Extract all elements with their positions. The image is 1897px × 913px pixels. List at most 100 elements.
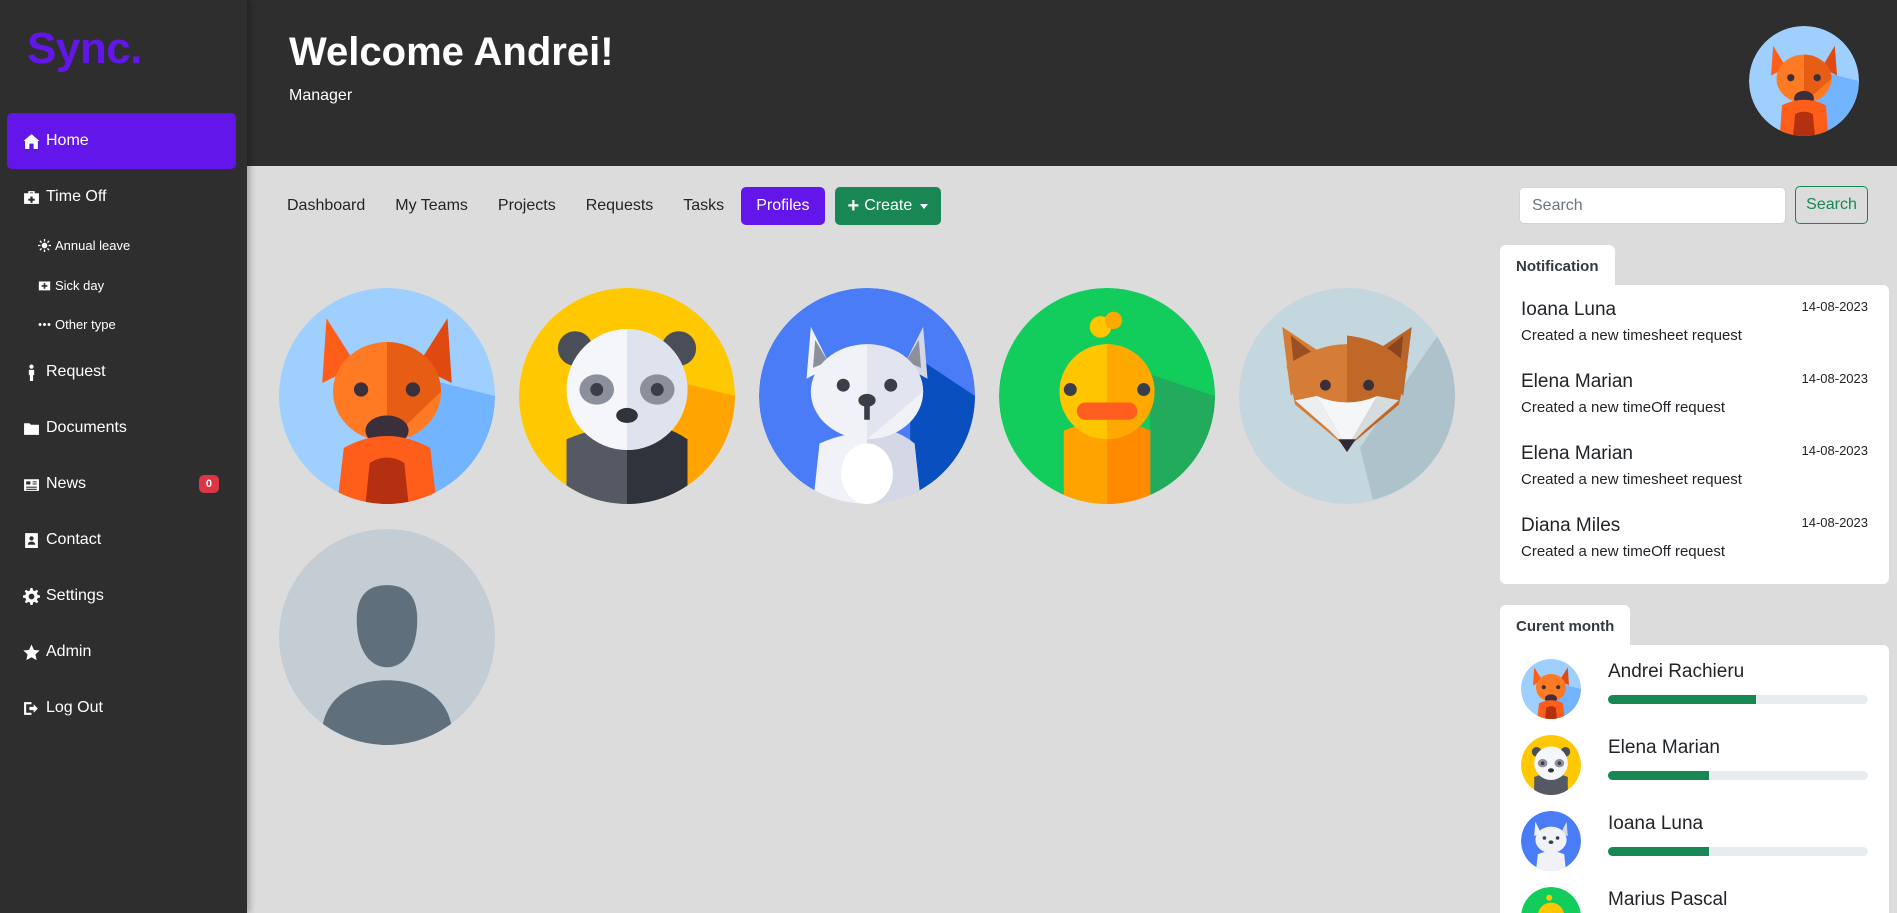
member-progress-fill (1608, 847, 1710, 856)
member-name: Ioana Luna (1608, 813, 1704, 834)
sidebar-item-label: Request (46, 363, 106, 380)
member-progress-bar (1608, 847, 1868, 856)
current-month-panel: Andrei Rachieru Elena Marian Ioana Luna … (1500, 645, 1889, 913)
notification-item[interactable]: Elena Marian Created a new timesheet req… (1521, 443, 1868, 488)
caret-down-icon (920, 203, 929, 209)
sidebar-item-news[interactable]: News 0 (7, 456, 236, 512)
team-member-row[interactable]: Andrei Rachieru (1521, 659, 1868, 721)
sidebar-subitem-label: Sick day (55, 277, 105, 293)
page-header: Welcome Andrei! Manager (247, 0, 1897, 166)
team-member-row[interactable]: Marius Pascal (1521, 887, 1868, 913)
sidebar-item-label: Settings (46, 587, 104, 604)
newspaper-icon (22, 475, 40, 493)
profile-card-white-cat[interactable] (759, 288, 975, 504)
notification-date: 14-08-2023 (1801, 371, 1869, 386)
member-progress-bar (1608, 771, 1868, 780)
tab-my-teams[interactable]: My Teams (380, 187, 483, 225)
sidebar-item-documents[interactable]: Documents (7, 400, 236, 456)
sidebar-subitem-label: Other type (55, 316, 116, 332)
orange-dog-avatar-icon (279, 288, 495, 504)
tab-bar: Dashboard My Teams Projects Requests Tas… (272, 187, 942, 225)
default-person-avatar-icon (279, 529, 495, 745)
contact-book-icon (22, 531, 40, 549)
notification-date: 14-08-2023 (1801, 515, 1869, 530)
sidebar-subitem-other-type[interactable]: Other type (37, 312, 116, 336)
notification-message: Created a new timeOff request (1521, 399, 1725, 416)
sidebar-item-logout[interactable]: Log Out (7, 680, 236, 736)
member-avatar (1521, 811, 1581, 871)
fox-avatar-icon (1239, 288, 1455, 504)
notification-item[interactable]: Elena Marian Created a new timeOff reque… (1521, 371, 1868, 416)
sidebar-subitem-sick-day[interactable]: Sick day (37, 273, 104, 297)
member-name: Elena Marian (1608, 737, 1720, 758)
member-progress-fill (1608, 771, 1710, 780)
current-month-panel-tab[interactable]: Curent month (1500, 605, 1631, 647)
yellow-duck-avatar-icon (999, 288, 1215, 504)
sidebar-item-label: Documents (46, 419, 127, 436)
sidebar-item-contact[interactable]: Contact (7, 512, 236, 568)
user-role: Manager (289, 87, 353, 104)
notification-panel-tab[interactable]: Notification (1500, 245, 1615, 287)
notification-panel: Ioana Luna Created a new timesheet reque… (1500, 285, 1889, 584)
home-icon (22, 132, 40, 150)
panda-avatar-icon (519, 288, 735, 504)
notification-date: 14-08-2023 (1801, 299, 1869, 314)
medical-kit-icon (37, 278, 51, 292)
plus-icon: + (847, 194, 860, 217)
sidebar-item-time-off[interactable]: Time Off (7, 169, 236, 225)
member-progress-bar (1608, 695, 1868, 704)
notification-date: 14-08-2023 (1801, 443, 1869, 458)
profile-card-fox[interactable] (1239, 288, 1455, 504)
create-button-label: Create (864, 197, 913, 214)
sidebar-item-request[interactable]: Request (7, 344, 236, 400)
sidebar-subitem-annual-leave[interactable]: Annual leave (37, 233, 130, 257)
profile-card-yellow-duck[interactable] (999, 288, 1215, 504)
member-avatar (1521, 887, 1581, 913)
notification-message: Created a new timesheet request (1521, 327, 1742, 344)
notification-item[interactable]: Ioana Luna Created a new timesheet reque… (1521, 299, 1868, 344)
white-cat-avatar-icon (1521, 811, 1581, 871)
panda-avatar-icon (1521, 735, 1581, 795)
tab-profiles[interactable]: Profiles (741, 187, 825, 225)
notification-item[interactable]: Diana Miles Created a new timeOff reques… (1521, 515, 1868, 560)
notification-message: Created a new timesheet request (1521, 471, 1742, 488)
member-progress-fill (1608, 695, 1757, 704)
sidebar-item-label: Time Off (46, 188, 107, 205)
profile-card-default-person[interactable] (279, 529, 495, 745)
search-button[interactable]: Search (1795, 186, 1868, 224)
search-input[interactable] (1519, 187, 1786, 224)
sidebar-item-home[interactable]: Home (7, 113, 236, 169)
news-count-badge: 0 (198, 475, 219, 493)
folder-icon (22, 419, 40, 437)
tab-dashboard[interactable]: Dashboard (272, 187, 380, 225)
tab-requests[interactable]: Requests (571, 187, 669, 225)
sidebar-item-settings[interactable]: Settings (7, 568, 236, 624)
orange-dog-avatar-icon (1521, 659, 1581, 719)
gear-icon (22, 587, 40, 605)
sidebar-item-admin[interactable]: Admin (7, 624, 236, 680)
sidebar: Sync. Home Time Off Annual leave Sick da… (0, 0, 247, 913)
orange-dog-avatar-icon (1749, 26, 1859, 136)
sidebar-item-label: News (46, 475, 87, 492)
notification-message: Created a new timeOff request (1521, 543, 1725, 560)
sidebar-item-label: Home (46, 132, 89, 149)
create-dropdown-button[interactable]: + Create (834, 187, 942, 225)
team-member-row[interactable]: Ioana Luna (1521, 811, 1868, 873)
white-cat-avatar-icon (759, 288, 975, 504)
ellipsis-icon (37, 317, 51, 331)
sidebar-item-label: Log Out (46, 699, 103, 716)
star-icon (22, 643, 40, 661)
briefcase-medical-icon (22, 188, 40, 206)
tab-tasks[interactable]: Tasks (668, 187, 739, 225)
sun-icon (37, 238, 51, 252)
user-avatar[interactable] (1749, 26, 1859, 136)
person-icon (22, 363, 40, 381)
member-avatar (1521, 735, 1581, 795)
tab-projects[interactable]: Projects (483, 187, 571, 225)
team-member-row[interactable]: Elena Marian (1521, 735, 1868, 797)
profile-card-panda[interactable] (519, 288, 735, 504)
profile-card-orange-dog[interactable] (279, 288, 495, 504)
brand-logo[interactable]: Sync. (27, 24, 142, 74)
sidebar-item-label: Contact (46, 531, 102, 548)
member-name: Andrei Rachieru (1608, 661, 1745, 682)
